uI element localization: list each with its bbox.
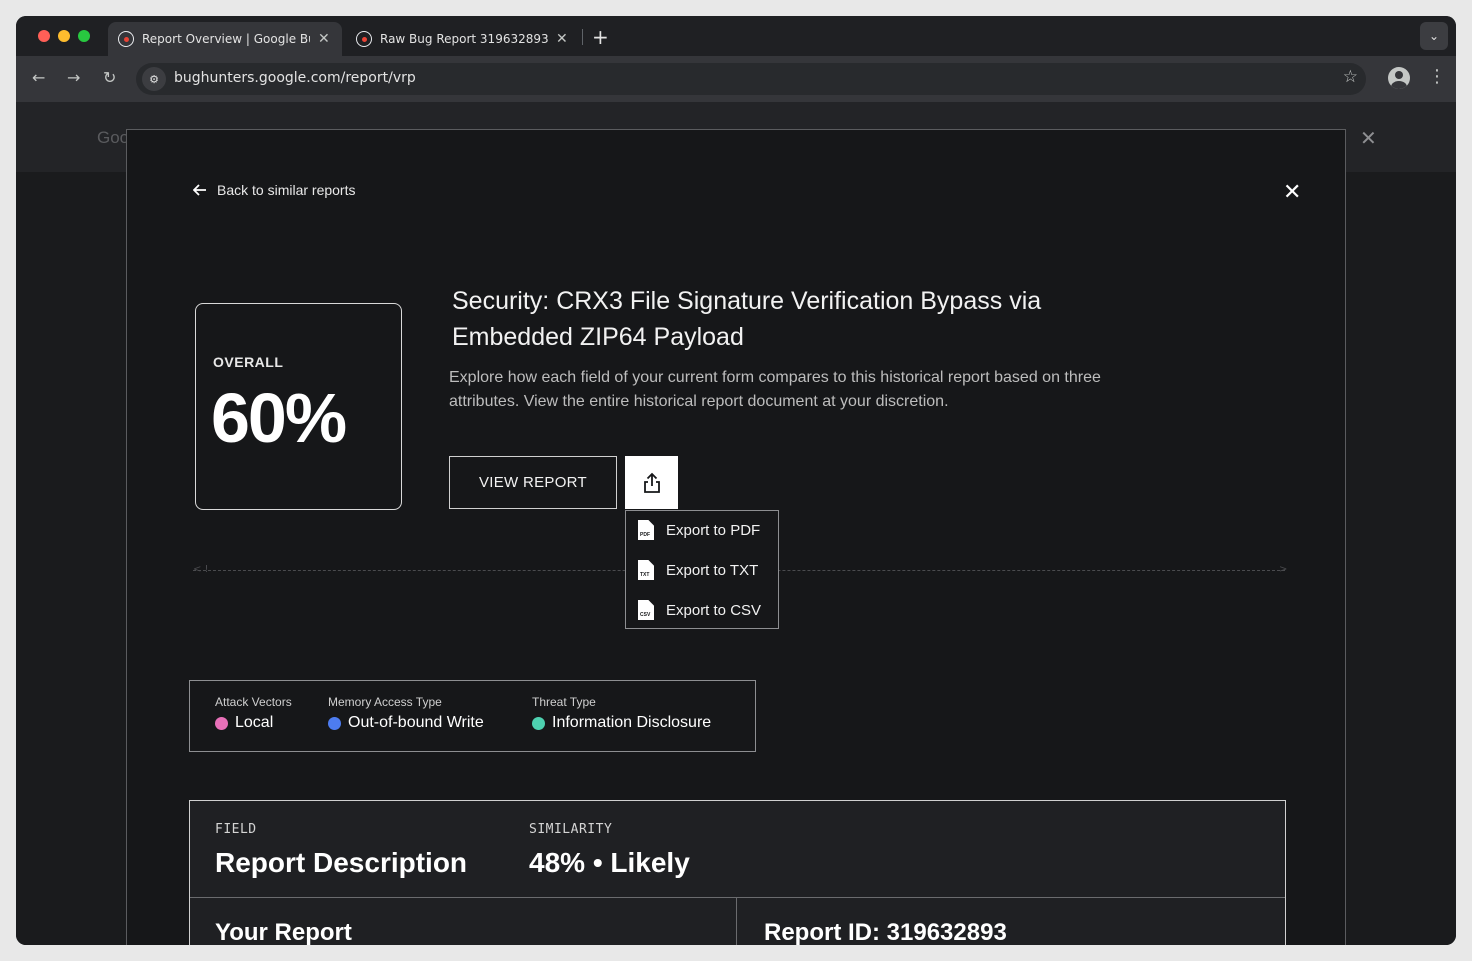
share-icon <box>643 472 660 493</box>
export-pdf-item[interactable]: PDF Export to PDF <box>638 519 760 541</box>
comparison-header: FIELD Report Description SIMILARITY 48% … <box>190 801 1285 898</box>
maximize-window-button[interactable] <box>78 30 90 42</box>
tab-title: Report Overview | Google Bu <box>142 32 310 46</box>
tab-raw-bug-report[interactable]: Raw Bug Report 319632893 ✕ <box>346 22 578 56</box>
attribute-value: Local <box>235 714 274 731</box>
pdf-file-icon: PDF <box>638 520 654 540</box>
attribute-value: Out-of-bound Write <box>348 714 484 731</box>
profile-avatar-icon[interactable] <box>1388 67 1410 89</box>
browser-toolbar: ← → ↻ ⚙ bughunters.google.com/report/vrp… <box>16 56 1456 102</box>
export-pdf-label: Export to PDF <box>666 521 761 539</box>
similarity-label: SIMILARITY <box>529 822 613 837</box>
export-menu: PDF Export to PDF TXT Export to TXT CSV … <box>625 510 779 629</box>
attack-vector-dot <box>215 716 228 730</box>
address-bar[interactable]: ⚙ bughunters.google.com/report/vrp ☆ <box>136 63 1366 95</box>
export-txt-label: Export to TXT <box>666 561 759 579</box>
bookmark-star-icon[interactable]: ☆ <box>1343 67 1358 87</box>
report-description: Explore how each field of your current f… <box>449 369 1101 410</box>
tab-separator <box>582 29 583 45</box>
browser-menu-icon[interactable]: ⋮ <box>1428 67 1446 87</box>
back-to-similar-reports-link[interactable]: Back to similar reports <box>193 182 355 198</box>
similarity-value: 48% • Likely <box>529 847 690 878</box>
tab-close-icon[interactable]: ✕ <box>318 31 330 47</box>
url-text[interactable]: bughunters.google.com/report/vrp <box>174 70 416 86</box>
tab-title: Raw Bug Report 319632893 <box>380 32 548 46</box>
score-label: OVERALL <box>213 354 284 370</box>
comparison-panel: FIELD Report Description SIMILARITY 48% … <box>189 800 1286 945</box>
view-report-button[interactable]: VIEW REPORT <box>449 456 617 509</box>
export-csv-label: Export to CSV <box>666 601 762 619</box>
bughunters-favicon-icon <box>118 31 134 47</box>
attributes-panel: Attack Vectors Local Memory Access Type … <box>189 680 756 752</box>
back-arrow-icon[interactable]: ← <box>32 68 45 87</box>
divider-end-marker: > <box>1279 564 1288 575</box>
share-export-button[interactable] <box>625 456 678 509</box>
divider-start-marker: < ! <box>193 564 209 575</box>
export-csv-item[interactable]: CSV Export to CSV <box>638 599 761 621</box>
attribute-label: Threat Type <box>532 695 596 709</box>
csv-file-icon: CSV <box>638 600 654 620</box>
browser-window: Report Overview | Google Bu ✕ Raw Bug Re… <box>16 16 1456 945</box>
page-viewport: Goo ✕ Back to similar reports ✕ OVERALL … <box>16 102 1456 945</box>
txt-file-icon: TXT <box>638 560 654 580</box>
attack-vectors-attribute: Attack Vectors Local <box>215 695 292 732</box>
back-arrow-icon <box>193 184 206 196</box>
score-value: 60% <box>211 379 347 457</box>
attribute-value: Information Disclosure <box>552 714 712 731</box>
reload-icon[interactable]: ↻ <box>103 68 116 87</box>
field-value: Report Description <box>215 847 468 878</box>
report-title: Security: CRX3 File Signature Verificati… <box>452 287 1042 351</box>
tab-search-chevron-icon[interactable]: ⌄ <box>1420 22 1448 50</box>
report-modal: Back to similar reports ✕ OVERALL 60% Se… <box>126 129 1346 945</box>
tab-report-overview[interactable]: Report Overview | Google Bu ✕ <box>108 22 342 56</box>
modal-close-icon[interactable]: ✕ <box>1283 180 1301 205</box>
field-label: FIELD <box>215 822 257 837</box>
your-report-heading: Your Report <box>215 919 352 945</box>
threat-type-dot <box>532 716 545 730</box>
window-controls <box>38 30 90 42</box>
background-logo: Goo <box>97 128 130 147</box>
close-window-button[interactable] <box>38 30 50 42</box>
memory-access-dot <box>328 716 341 730</box>
background-close-icon[interactable]: ✕ <box>1360 126 1377 150</box>
attribute-label: Memory Access Type <box>328 695 442 709</box>
bughunters-favicon-icon <box>356 31 372 47</box>
overall-score-card: OVERALL 60% <box>195 303 402 510</box>
threat-type-attribute: Threat Type Information Disclosure <box>532 695 711 732</box>
tab-strip: Report Overview | Google Bu ✕ Raw Bug Re… <box>16 16 1456 56</box>
column-divider <box>736 898 737 945</box>
export-txt-item[interactable]: TXT Export to TXT <box>638 559 758 581</box>
tab-close-icon[interactable]: ✕ <box>556 31 568 47</box>
forward-arrow-icon[interactable]: → <box>67 68 80 87</box>
memory-access-attribute: Memory Access Type Out-of-bound Write <box>328 695 484 732</box>
back-link-label: Back to similar reports <box>217 182 356 198</box>
report-id-heading: Report ID: 319632893 <box>764 919 1007 945</box>
attribute-label: Attack Vectors <box>215 695 292 709</box>
minimize-window-button[interactable] <box>58 30 70 42</box>
new-tab-icon[interactable]: + <box>592 25 609 49</box>
site-settings-icon[interactable]: ⚙ <box>142 67 166 91</box>
